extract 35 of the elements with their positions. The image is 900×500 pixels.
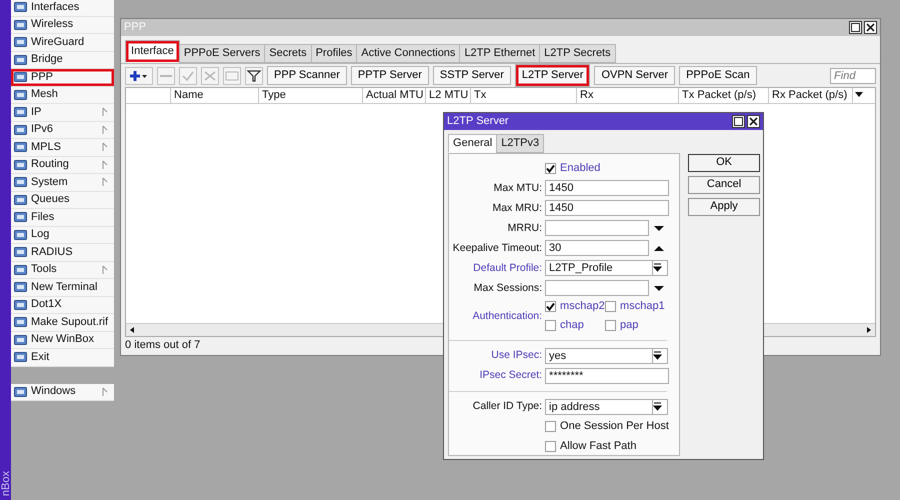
menu-label: IPv6 bbox=[31, 123, 54, 136]
menu-label: New Terminal bbox=[31, 280, 98, 294]
menu-label: Tools bbox=[31, 263, 58, 276]
menu-label: Routing bbox=[31, 158, 70, 172]
field-label: Use IPsec: bbox=[490, 349, 544, 362]
menu-label: Mesh bbox=[31, 88, 59, 102]
field-label: Max MTU: bbox=[492, 182, 544, 194]
menu-label: New WinBox bbox=[31, 333, 95, 346]
field-label: MRRU: bbox=[506, 222, 544, 234]
menu-label: Log bbox=[31, 228, 50, 242]
field-label: Caller ID Type: bbox=[472, 400, 544, 413]
field-label: IPsec Secret: bbox=[478, 369, 544, 382]
field-label: Max MRU: bbox=[491, 202, 544, 214]
menu-label: Files bbox=[31, 210, 56, 224]
menu-label: WireGuard bbox=[31, 36, 86, 49]
menu-label: Wireless bbox=[31, 18, 74, 32]
menu-label: Dot1X bbox=[31, 298, 63, 312]
menu-label: MPLS bbox=[31, 140, 62, 154]
field-label: Keepalive Timeout: bbox=[452, 242, 544, 254]
menu-label: System bbox=[31, 176, 69, 189]
field-label: Authentication: bbox=[472, 310, 544, 323]
menu-label: Windows bbox=[31, 385, 77, 398]
menu-label: Queues bbox=[31, 193, 71, 206]
menu-label: PPP bbox=[31, 70, 54, 84]
brand-text: nBox bbox=[0, 470, 13, 496]
field-label: Max Sessions: bbox=[472, 282, 544, 294]
menu-label: IP bbox=[31, 106, 42, 119]
menu-label: Bridge bbox=[31, 53, 64, 66]
menu-label: RADIUS bbox=[31, 246, 74, 259]
menu-label: Make Supout.rif bbox=[31, 316, 108, 329]
window-title: L2TP Server bbox=[447, 114, 510, 128]
field-label: Default Profile: bbox=[472, 262, 544, 274]
status-text: 0 items out of 7 bbox=[125, 339, 200, 351]
menu-label: Interfaces bbox=[31, 0, 80, 14]
menu-label: Exit bbox=[31, 350, 50, 364]
